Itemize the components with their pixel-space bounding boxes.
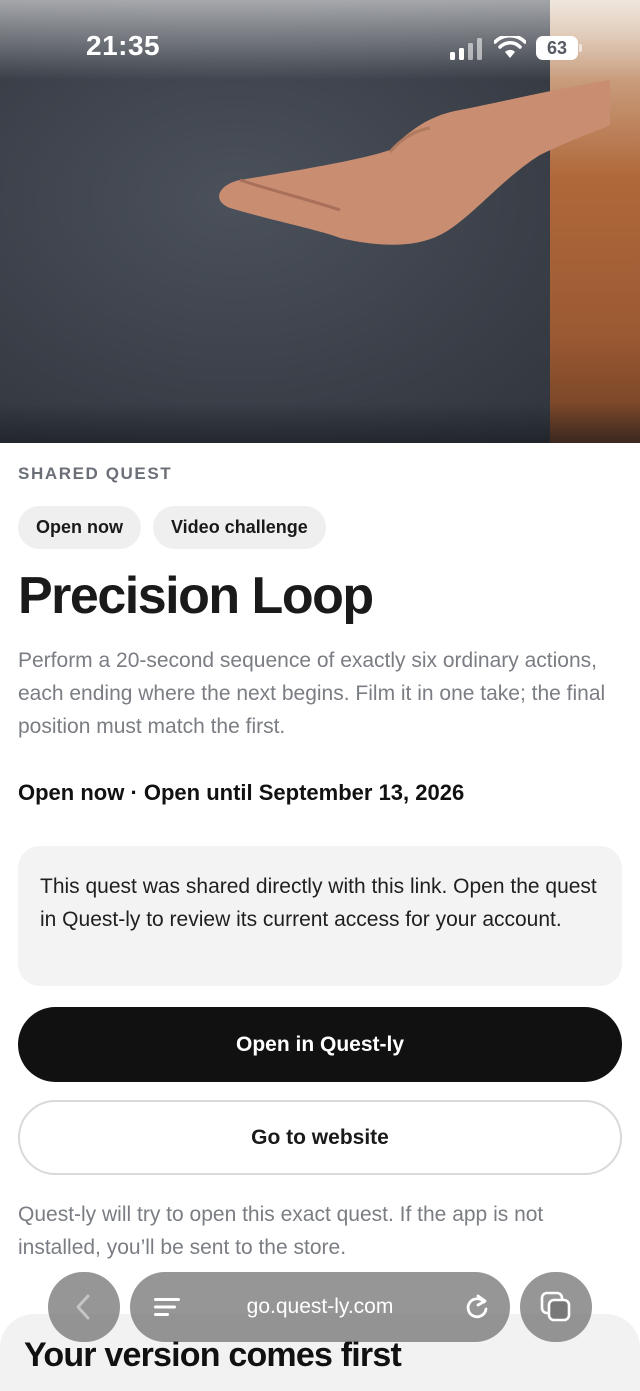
section-eyebrow: SHARED QUEST [18, 464, 173, 483]
status-time: 21:35 [86, 30, 161, 61]
address-bar[interactable]: go.quest-ly.com [130, 1272, 510, 1342]
go-to-website-button[interactable]: Go to website [18, 1100, 622, 1175]
cellular-signal-icon [450, 38, 482, 60]
quest-tags: Open now Video challenge [18, 506, 326, 549]
tag-open-now: Open now [18, 506, 141, 549]
hand-illustration [219, 80, 610, 245]
wifi-icon [494, 36, 526, 58]
quest-description: Perform a 20-second sequence of exactly … [18, 649, 606, 738]
quest-title: Precision Loop [18, 567, 374, 625]
battery-level: 63 [546, 38, 568, 58]
access-notice-text: This quest was shared directly with this… [40, 875, 597, 931]
back-button[interactable] [48, 1272, 120, 1342]
tag-video-challenge: Video challenge [153, 506, 326, 549]
status-bar: 21:35 63 [0, 0, 640, 92]
tabs-icon [540, 1291, 571, 1322]
tabs-button[interactable] [520, 1272, 592, 1342]
reload-icon[interactable] [464, 1294, 490, 1320]
store-redirect-note: Quest-ly will try to open this exact que… [18, 1203, 544, 1259]
access-notice: This quest was shared directly with this… [18, 846, 622, 986]
browser-toolbar: go.quest-ly.com [48, 1272, 592, 1342]
back-icon [76, 1294, 90, 1320]
url-text: go.quest-ly.com [246, 1295, 394, 1318]
open-in-app-button[interactable]: Open in Quest-ly [18, 1007, 622, 1082]
battery-icon: 63 [536, 36, 582, 60]
availability-text: Open now · Open until September 13, 2026 [18, 780, 465, 805]
